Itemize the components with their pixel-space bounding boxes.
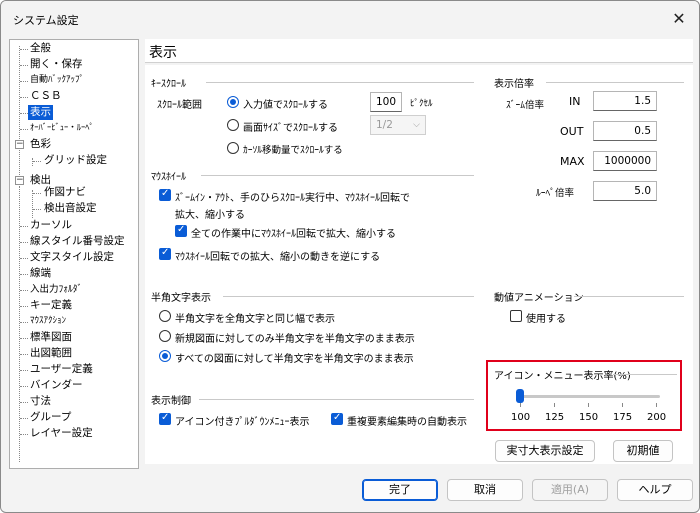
tree-item-io-folder[interactable]: 入出力ﾌｫﾙﾀﾞ <box>30 282 82 297</box>
tick-label: 150 <box>579 412 599 423</box>
tree-item-user-definition[interactable]: ユーザー定義 <box>30 362 93 377</box>
tree-item-overview-loupe[interactable]: ｵｰﾊﾞｰﾋﾞｭｰ・ﾙｰﾍﾟ <box>30 121 94 136</box>
tree-item-binder[interactable]: バインダー <box>30 378 83 393</box>
tree-item-display[interactable]: 表示 <box>28 105 53 120</box>
checkbox-icon-pulldown[interactable] <box>159 412 171 425</box>
tree-item-detect-sound[interactable]: 検出音設定 <box>44 201 97 216</box>
apply-button[interactable]: 適用(A) <box>532 479 608 501</box>
icon-scale-group-label: アイコン・メニュー表示率(%) <box>494 371 631 382</box>
pixel-unit-label: ﾋﾟｸｾﾙ <box>410 99 433 109</box>
ok-button[interactable]: 完了 <box>362 479 438 501</box>
scroll-pixels-input[interactable]: 100 <box>370 92 402 112</box>
radio-halfwidth-new-only[interactable] <box>159 330 171 342</box>
tree-item-group[interactable]: グループ <box>30 410 71 425</box>
zoom-in-input[interactable]: 1.5 <box>593 91 657 111</box>
radio-scroll-screen-size-label[interactable]: 画面ｻｲｽﾞでｽｸﾛｰﾙする <box>243 119 338 134</box>
actual-size-settings-button[interactable]: 実寸大表示設定 <box>495 440 595 462</box>
radio-scroll-input-value[interactable] <box>227 96 239 108</box>
radio-scroll-cursor-label[interactable]: ｶｰｿﾙ移動量でｽｸﾛｰﾙする <box>243 142 343 156</box>
checkbox-zoom-all-operations-label[interactable]: 全ての作業中にﾏｳｽﾎｲｰﾙ回転で拡大、縮小する <box>191 225 396 240</box>
radio-halfwidth-fullwidth-label[interactable]: 半角文字を全角文字と同じ幅で表示 <box>175 310 335 325</box>
radio-scroll-cursor[interactable] <box>227 142 239 154</box>
checkbox-use-animation-label[interactable]: 使用する <box>526 310 566 325</box>
radio-scroll-input-value-label[interactable]: 入力値でｽｸﾛｰﾙする <box>243 96 328 111</box>
tree-item-color[interactable]: 色彩 <box>30 137 51 152</box>
display-control-group-label: 表示制御 <box>151 396 191 407</box>
screen-ratio-select[interactable]: 1/2 ⌵ <box>370 115 426 135</box>
window-title: システム設定 <box>13 14 79 27</box>
checkbox-zoom-during-scroll[interactable] <box>159 188 171 201</box>
tree-item-line-end[interactable]: 線端 <box>30 266 51 281</box>
key-scroll-group-label: ｷｰｽｸﾛｰﾙ <box>151 79 186 90</box>
mouse-wheel-group-label: ﾏｳｽﾎｲｰﾙ <box>151 172 186 183</box>
tree-item-line-style[interactable]: 線スタイル番号設定 <box>30 234 125 249</box>
animation-group-label: 動値アニメーション <box>494 293 584 304</box>
tree-item-key-definition[interactable]: キー定義 <box>30 298 72 313</box>
checkbox-zoom-during-scroll-label[interactable]: ｽﾞｰﾑｲﾝ・ｱｳﾄ、手のひらｽｸﾛｰﾙ実行中、ﾏｳｽﾎｲｰﾙ回転で <box>175 189 410 204</box>
checkbox-use-animation[interactable] <box>510 310 522 322</box>
zoom-ratio-label: ｽﾞｰﾑ倍率 <box>506 100 545 111</box>
tree-item-general[interactable]: 全般 <box>30 41 51 56</box>
icon-scale-slider-track[interactable] <box>516 395 660 398</box>
zoom-out-label: OUT <box>560 125 584 138</box>
checkbox-reverse-wheel[interactable] <box>159 247 171 260</box>
loupe-ratio-label: ﾙｰﾍﾟ倍率 <box>536 188 575 199</box>
chevron-down-icon: ⌵ <box>413 120 420 130</box>
tree-item-plot-range[interactable]: 出図範囲 <box>30 346 72 361</box>
tree-item-text-style[interactable]: 文字スタイル設定 <box>30 250 114 265</box>
checkbox-icon-pulldown-label[interactable]: アイコン付きﾌﾟﾙﾀﾞｳﾝﾒﾆｭｰ表示 <box>175 413 310 428</box>
cancel-button[interactable]: 取消 <box>447 479 523 501</box>
tree-item-cursor[interactable]: カーソル <box>30 218 72 233</box>
tick-label: 125 <box>545 412 565 423</box>
checkbox-auto-display-duplicates[interactable] <box>331 412 343 425</box>
settings-tree[interactable]: 全般 開く・保存 自動ﾊﾞｯｸｱｯﾌﾟ ＣＳＢ 表示 ｵｰﾊﾞｰﾋﾞｭｰ・ﾙｰﾍ… <box>9 39 139 469</box>
tree-item-standard-drawing[interactable]: 標準図面 <box>30 330 72 345</box>
halfwidth-group-label: 半角文字表示 <box>151 293 211 304</box>
panel-header: 表示 <box>145 39 693 63</box>
scroll-range-label: ｽｸﾛｰﾙ範囲 <box>157 100 202 111</box>
tree-item-drawing-navi[interactable]: 作図ナビ <box>44 185 86 200</box>
tree-item-csb[interactable]: ＣＳＢ <box>30 89 62 104</box>
title-bar: システム設定 ✕ <box>1 1 699 37</box>
help-button[interactable]: ヘルプ <box>617 479 693 501</box>
screen-ratio-value: 1/2 <box>376 119 393 131</box>
tick-label: 175 <box>613 412 633 423</box>
radio-halfwidth-all[interactable] <box>159 350 171 362</box>
tree-item-layer-settings[interactable]: レイヤー設定 <box>30 426 93 441</box>
system-settings-dialog: システム設定 ✕ 全般 開く・保存 自動ﾊﾞｯｸｱｯﾌﾟ ＣＳＢ 表示 ｵｰﾊﾞ… <box>0 0 700 513</box>
checkbox-reverse-wheel-label[interactable]: ﾏｳｽﾎｲｰﾙ回転での拡大、縮小の動きを逆にする <box>175 248 380 263</box>
tree-item-open-save[interactable]: 開く・保存 <box>30 57 83 72</box>
collapse-icon[interactable]: − <box>15 140 24 149</box>
tick-label: 100 <box>511 412 531 423</box>
collapse-icon[interactable]: − <box>15 176 24 185</box>
tree-item-mouse-action[interactable]: ﾏｳｽｱｸｼｮﾝ <box>30 314 66 329</box>
zoom-in-label: IN <box>569 95 581 108</box>
zoom-max-label: MAX <box>560 155 585 168</box>
radio-halfwidth-all-label[interactable]: すべての図面に対して半角文字を半角文字のまま表示 <box>175 350 414 365</box>
tree-item-dimension[interactable]: 寸法 <box>30 394 51 409</box>
radio-scroll-screen-size[interactable] <box>227 119 239 131</box>
checkbox-zoom-all-operations[interactable] <box>175 224 187 237</box>
tree-item-auto-backup[interactable]: 自動ﾊﾞｯｸｱｯﾌﾟ <box>30 73 84 88</box>
panel-title: 表示 <box>149 45 177 61</box>
tick-label: 200 <box>647 412 667 423</box>
zoom-ratio-group-label: 表示倍率 <box>494 79 534 90</box>
reset-defaults-button[interactable]: 初期値 <box>613 440 673 462</box>
checkbox-auto-display-duplicates-label[interactable]: 重複要素編集時の自動表示 <box>347 413 467 428</box>
radio-halfwidth-fullwidth[interactable] <box>159 310 171 322</box>
tree-item-grid-settings[interactable]: グリッド設定 <box>44 153 107 168</box>
checkbox-zoom-during-scroll-label-2: 拡大、縮小する <box>175 210 245 221</box>
zoom-out-input[interactable]: 0.5 <box>593 121 657 141</box>
zoom-max-input[interactable]: 1000000 <box>593 151 657 171</box>
icon-scale-slider-thumb[interactable] <box>516 389 524 403</box>
close-icon[interactable]: ✕ <box>667 7 691 31</box>
radio-halfwidth-new-only-label[interactable]: 新規図面に対してのみ半角文字を半角文字のまま表示 <box>175 330 415 345</box>
loupe-ratio-input[interactable]: 5.0 <box>593 181 657 201</box>
